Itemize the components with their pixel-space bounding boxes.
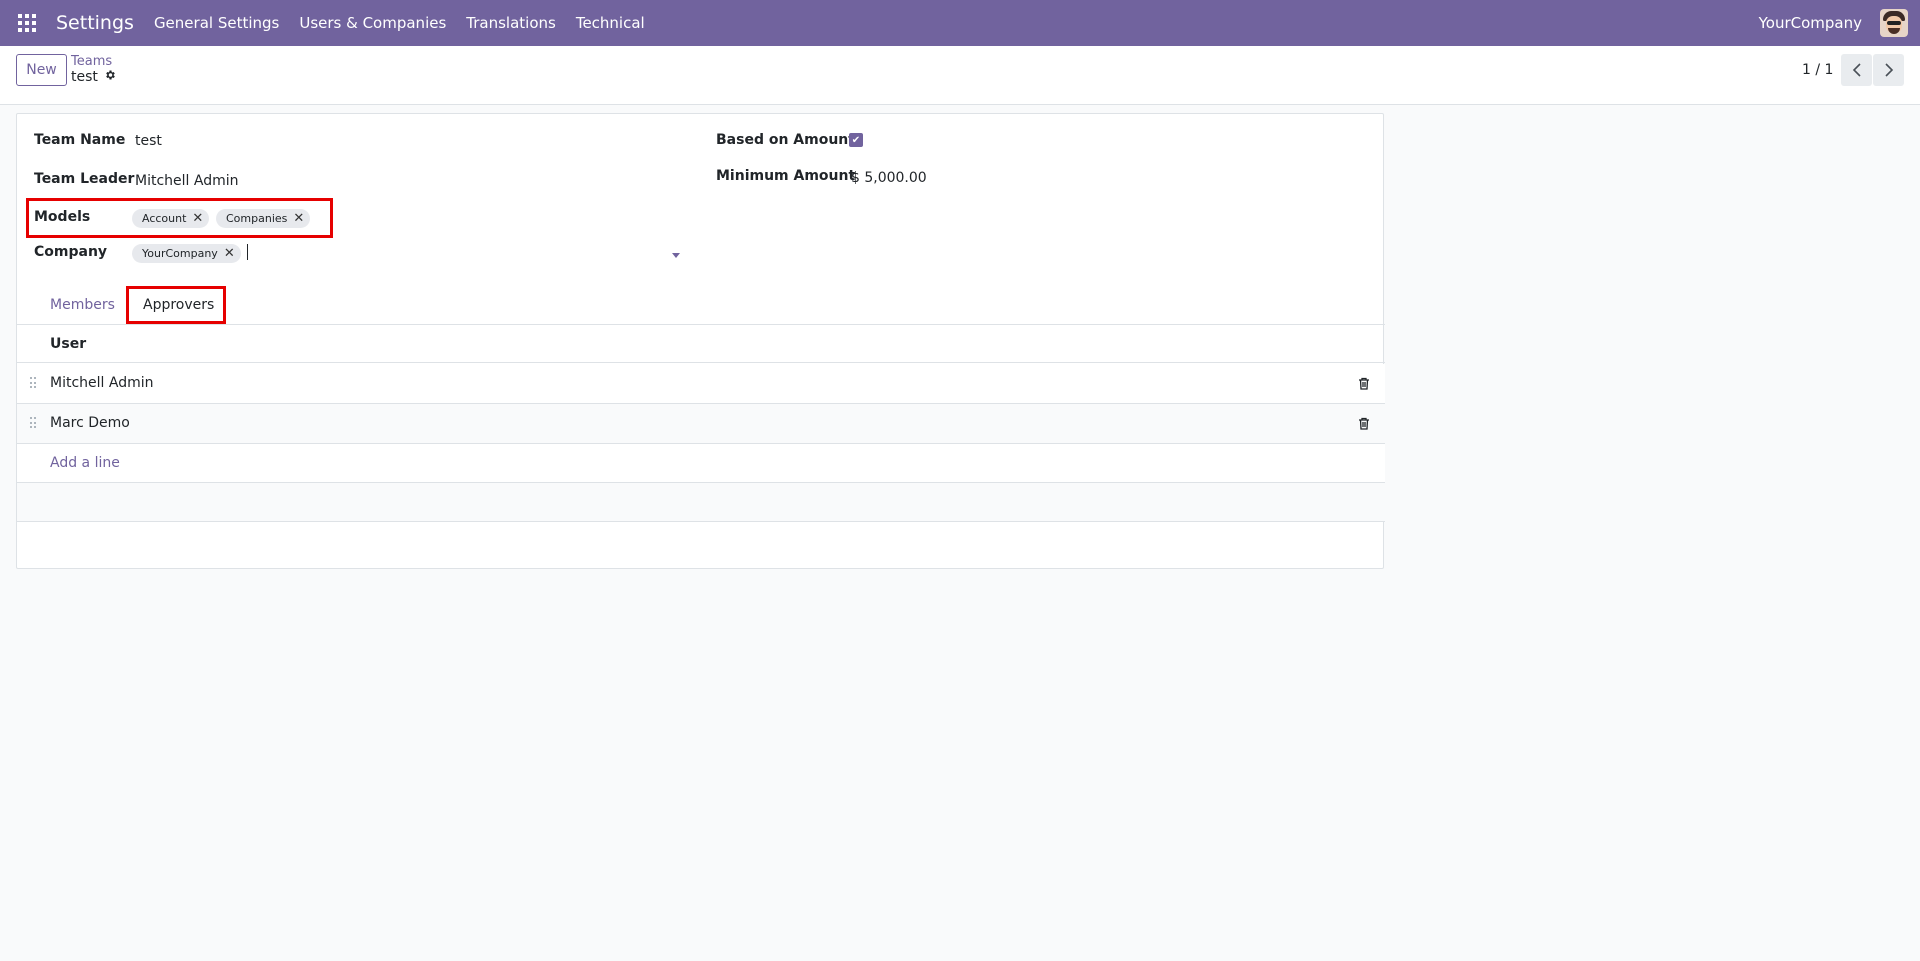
pager-value[interactable]: 1 / 1 — [1802, 62, 1833, 78]
form-sheet: Team Name test Team Leader Mitchell Admi… — [16, 113, 1385, 569]
models-label: Models — [34, 209, 91, 225]
team-name-label: Team Name — [34, 132, 126, 148]
user-avatar[interactable] — [1880, 9, 1908, 37]
company-input-cursor[interactable] — [247, 244, 248, 260]
tag-label: Companies — [226, 212, 288, 225]
table-row[interactable]: Marc Demo — [17, 404, 1385, 444]
models-tag-companies[interactable]: Companies ✕ — [216, 209, 311, 228]
minimum-amount-label: Minimum Amount — [716, 168, 856, 184]
menu-technical[interactable]: Technical — [576, 14, 645, 32]
record-name: test — [71, 69, 98, 85]
chevron-right-icon — [1884, 63, 1893, 77]
column-user-header[interactable]: User — [50, 336, 86, 352]
empty-row — [17, 483, 1385, 522]
app-title[interactable]: Settings — [56, 12, 134, 34]
control-panel: New Teams test 1 / 1 — [0, 46, 1920, 105]
list-header: User — [17, 325, 1385, 363]
pager-previous-button[interactable] — [1841, 54, 1872, 86]
menu-translations[interactable]: Translations — [466, 14, 556, 32]
tag-label: Account — [142, 212, 187, 225]
tag-label: YourCompany — [142, 247, 218, 260]
company-label: Company — [34, 244, 108, 260]
breadcrumb-teams[interactable]: Teams — [71, 54, 112, 69]
team-leader-label: Team Leader — [34, 171, 135, 187]
based-on-amount-checkbox[interactable]: ✔ — [849, 133, 863, 147]
add-line-row: Add a line — [17, 444, 1385, 483]
row-user-name[interactable]: Marc Demo — [50, 415, 130, 431]
table-row[interactable]: Mitchell Admin — [17, 364, 1385, 404]
navbar-right: YourCompany — [1759, 9, 1908, 37]
remove-tag-icon[interactable]: ✕ — [224, 246, 235, 261]
trash-icon[interactable] — [1358, 376, 1370, 394]
row-user-name[interactable]: Mitchell Admin — [50, 375, 154, 391]
top-navbar: Settings General Settings Users & Compan… — [0, 0, 1920, 46]
remove-tag-icon[interactable]: ✕ — [293, 211, 304, 226]
team-leader-field[interactable]: Mitchell Admin — [135, 173, 239, 189]
menu-general-settings[interactable]: General Settings — [154, 14, 279, 32]
drag-handle-icon[interactable] — [30, 417, 38, 429]
pager-next-button[interactable] — [1873, 54, 1904, 86]
trash-icon[interactable] — [1358, 416, 1370, 434]
remove-tag-icon[interactable]: ✕ — [192, 211, 203, 226]
drag-handle-icon[interactable] — [30, 377, 38, 389]
minimum-amount-field[interactable]: $ 5,000.00 — [851, 170, 927, 186]
gear-icon[interactable] — [104, 69, 116, 85]
models-tag-account[interactable]: Account ✕ — [132, 209, 210, 228]
company-tag-yourcompany[interactable]: YourCompany ✕ — [132, 244, 241, 263]
apps-menu-icon[interactable] — [18, 14, 36, 32]
based-on-amount-label: Based on Amount — [716, 132, 855, 148]
main-menu: General Settings Users & Companies Trans… — [154, 14, 665, 32]
chevron-left-icon — [1852, 63, 1861, 77]
tab-members[interactable]: Members — [50, 297, 115, 313]
add-a-line-link[interactable]: Add a line — [50, 455, 120, 471]
team-name-field[interactable]: test — [135, 133, 162, 149]
new-button[interactable]: New — [16, 54, 67, 86]
record-title: test — [71, 69, 116, 85]
dropdown-caret-icon[interactable] — [672, 253, 680, 258]
tab-approvers[interactable]: Approvers — [143, 297, 214, 313]
company-switcher[interactable]: YourCompany — [1759, 14, 1862, 32]
menu-users-companies[interactable]: Users & Companies — [299, 14, 446, 32]
